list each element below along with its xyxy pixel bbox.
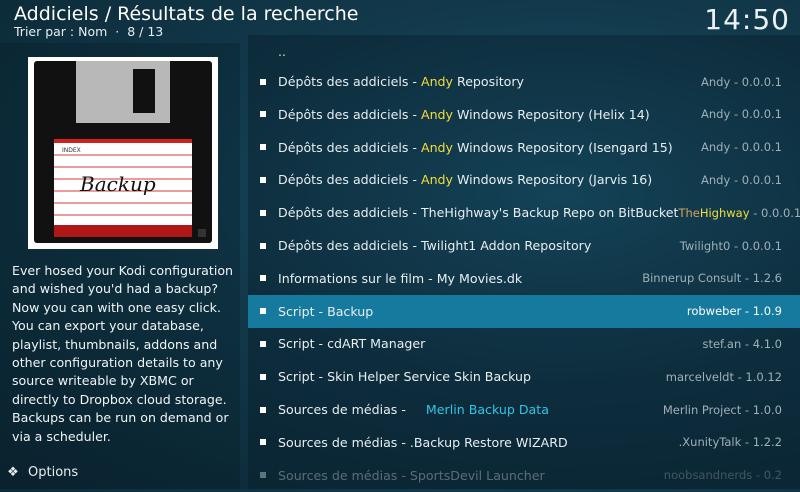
- list-item-highlight: Andy: [420, 106, 453, 122]
- bullet-icon: [260, 209, 266, 216]
- list-item-prefix: Sources de médias - SportsDevil Launcher: [278, 467, 545, 483]
- bullet-icon: [260, 242, 266, 249]
- list-item-label: Dépôts des addiciels - Andy Windows Repo…: [278, 140, 701, 155]
- clock: 14:50: [704, 3, 790, 36]
- list-item-author-version: marcelveldt - 1.0.12: [665, 369, 782, 384]
- list-item-prefix: Informations sur le film - My Movies.dk: [278, 270, 523, 286]
- bullet-icon: [260, 78, 266, 85]
- list-item-author-version: .XunityTalk - 1.2.2: [678, 435, 782, 450]
- results-list: .. Dépôts des addiciels - Andy Repositor…: [248, 35, 800, 489]
- list-item-author-version: Andy - 0.0.0.1: [701, 74, 782, 89]
- bullet-icon: [260, 111, 266, 118]
- list-item-prefix: Dépôts des addiciels -: [278, 74, 421, 89]
- bullet-icon: [260, 472, 266, 479]
- list-item-label: Dépôts des addiciels - Andy Windows Repo…: [278, 107, 701, 122]
- bullet-icon: [260, 144, 266, 151]
- bullet-icon: [260, 439, 266, 446]
- list-item-author-version: Andy - 0.0.0.1: [701, 172, 782, 187]
- list-item-label: Informations sur le film - My Movies.dk: [278, 271, 642, 286]
- list-item[interactable]: Sources de médias - .Backup Restore WIZA…: [248, 426, 800, 459]
- list-item-highlight: Andy: [420, 139, 453, 155]
- list-item-label: Sources de médias - .Backup Restore WIZA…: [278, 435, 679, 450]
- list-item-suffix: Windows Repository (Jarvis 16): [453, 172, 653, 188]
- list-item-prefix: Sources de médias -: [278, 402, 426, 417]
- list-item-highlight: Andy: [420, 74, 453, 89]
- list-item-prefix: Sources de médias - .Backup Restore WIZA…: [278, 434, 568, 450]
- list-item-label: Dépôts des addiciels - Andy Repository: [278, 74, 701, 89]
- bullet-icon: [260, 373, 266, 380]
- list-item-label: Script - cdART Manager: [278, 336, 702, 351]
- list-item[interactable]: Dépôts des addiciels - Twilight1 Addon R…: [248, 229, 800, 262]
- options-button[interactable]: ❖ Options: [6, 465, 78, 480]
- list-item-prefix: Dépôts des addiciels - Twilight1 Addon R…: [278, 238, 592, 253]
- list-item-label: Sources de médias - Merlin Backup Data: [278, 402, 663, 417]
- bullet-icon: [260, 340, 266, 347]
- list-item-prefix: Dépôts des addiciels -: [278, 106, 421, 122]
- thumbnail-index-text: INDEX: [62, 147, 81, 154]
- list-item-author-version: Andy - 0.0.0.1: [701, 107, 782, 122]
- author-highlight: Highway: [699, 205, 750, 220]
- list-item-label: Dépôts des addiciels - TheHighway's Back…: [278, 205, 678, 220]
- thumbnail-backup-text: Backup: [79, 172, 156, 196]
- sort-label: Trier par : Nom: [14, 24, 108, 39]
- list-item[interactable]: Script - Backup robweber - 1.0.9: [248, 294, 800, 328]
- list-item-suffix: Repository: [453, 74, 524, 89]
- list-item-author-version: Andy - 0.0.0.1: [701, 140, 782, 155]
- list-item[interactable]: Dépôts des addiciels - Andy Windows Repo…: [248, 163, 800, 196]
- addon-thumbnail: INDEX Backup: [28, 57, 218, 249]
- list-item-author-version: TheHighway - 0.0.0.1: [678, 206, 800, 220]
- list-item[interactable]: Script - cdART Manager stef.an - 4.1.0: [248, 327, 800, 360]
- list-item-prefix: Script - Backup: [278, 303, 374, 319]
- options-label: Options: [28, 465, 79, 480]
- addon-description: Ever hosed your Kodi configuration and w…: [12, 263, 234, 444]
- list-item-author-version: noobsandnerds - 0.2: [663, 468, 782, 483]
- list-item[interactable]: Sources de médias - Merlin Backup Data Me…: [248, 393, 800, 426]
- bullet-icon: [260, 275, 266, 282]
- list-item-label: Dépôts des addiciels - Andy Windows Repo…: [278, 172, 701, 187]
- separator-dot: ·: [115, 24, 120, 39]
- list-item-prefix: Dépôts des addiciels - TheHighway's Back…: [278, 205, 679, 221]
- parent-folder-label: ..: [278, 44, 287, 59]
- list-item-label: Script - Skin Helper Service Skin Backup: [278, 369, 666, 384]
- page-title: Addiciels / Résultats de la recherche: [14, 3, 359, 25]
- bullet-icon: [260, 406, 266, 413]
- author-prefix: The: [678, 205, 700, 220]
- parent-folder-item[interactable]: ..: [248, 35, 800, 68]
- list-item-prefix: Dépôts des addiciels -: [278, 139, 421, 155]
- list-item-highlight: Merlin Backup Data: [425, 402, 549, 417]
- list-item[interactable]: Script - Skin Helper Service Skin Backup…: [248, 360, 800, 393]
- floppy-disk-icon: INDEX Backup: [34, 61, 212, 243]
- list-item[interactable]: Dépôts des addiciels - Andy Windows Repo…: [248, 98, 800, 131]
- list-item[interactable]: Dépôts des addiciels - Andy Windows Repo…: [248, 131, 800, 164]
- list-item-label: Script - Backup: [278, 304, 687, 319]
- list-item-prefix: Script - Skin Helper Service Skin Backup: [278, 369, 531, 385]
- list-item[interactable]: Informations sur le film - My Movies.dk B…: [248, 262, 800, 295]
- page-counter: 8 / 13: [127, 24, 164, 39]
- list-item-suffix: Windows Repository (Isengard 15): [453, 139, 673, 155]
- kodi-options-icon: ❖: [7, 465, 19, 480]
- list-item-author-version: stef.an - 4.1.0: [702, 336, 782, 351]
- bullet-icon: [260, 308, 266, 315]
- bullet-icon: [260, 176, 266, 183]
- list-item-highlight: Andy: [420, 172, 453, 188]
- list-item-author-version: Twilight0 - 0.0.0.1: [679, 238, 782, 253]
- list-item-prefix: Dépôts des addiciels -: [278, 172, 421, 188]
- list-item-label: Sources de médias - SportsDevil Launcher: [278, 468, 664, 483]
- author-version: - 0.0.0.1: [749, 205, 800, 220]
- list-item[interactable]: Dépôts des addiciels - TheHighway's Back…: [248, 196, 800, 229]
- list-item[interactable]: Dépôts des addiciels - Andy Repository An…: [248, 65, 800, 98]
- list-item-label: Dépôts des addiciels - Twilight1 Addon R…: [278, 238, 680, 253]
- list-item-suffix: Windows Repository (Helix 14): [453, 106, 650, 122]
- list-item-author-version: Binnerup Consult - 1.2.6: [642, 271, 782, 286]
- list-item-prefix: Script - cdART Manager: [278, 336, 426, 352]
- list-item-author-version: Merlin Project - 1.0.0: [662, 402, 782, 417]
- header: Addiciels / Résultats de la recherche Tr…: [14, 2, 358, 39]
- list-item-author-version: robweber - 1.0.9: [686, 304, 782, 319]
- list-item[interactable]: Sources de médias - SportsDevil Launcher…: [248, 459, 800, 492]
